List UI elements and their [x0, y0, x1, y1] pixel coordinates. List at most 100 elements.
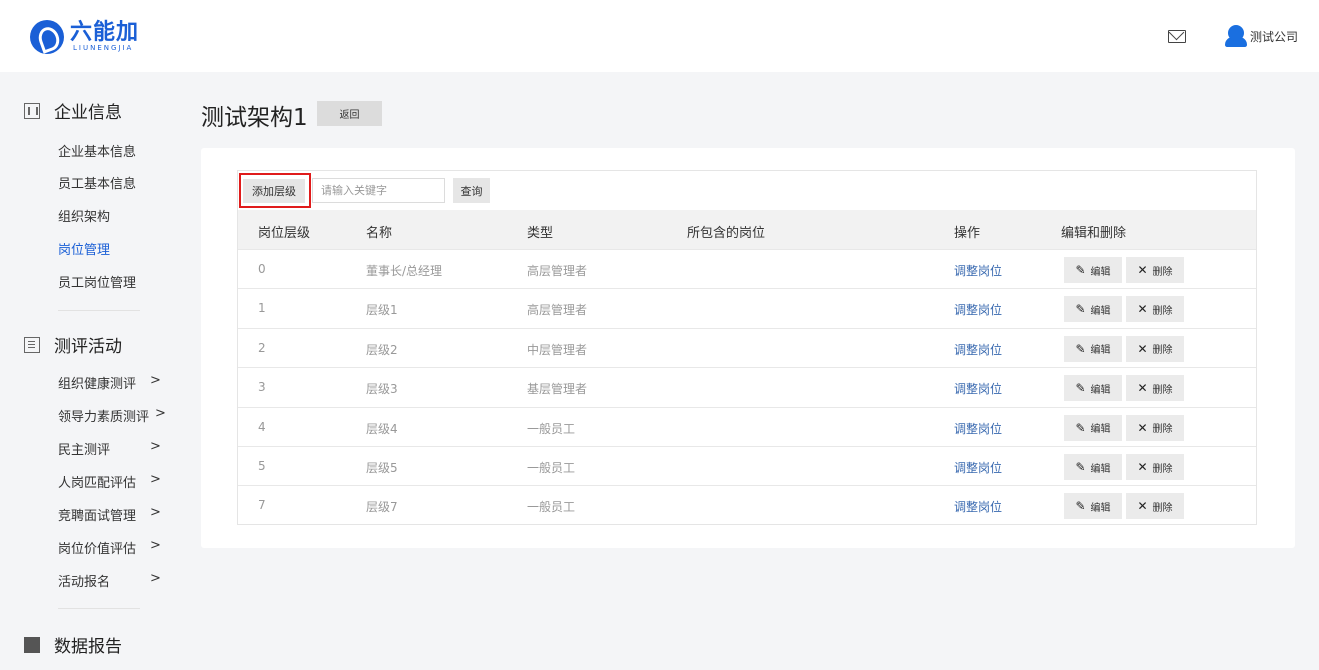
cell-type: 高层管理者 — [527, 303, 588, 318]
adjust-position-link[interactable]: 调整岗位 — [954, 262, 1002, 279]
cell-type: 一般员工 — [527, 421, 576, 436]
edit-button[interactable]: ✎ 编辑 — [1064, 375, 1122, 402]
user-menu[interactable]: 测试公司 — [1225, 25, 1298, 47]
delete-button[interactable]: ✕ 删除 — [1126, 296, 1184, 323]
cell-level: 1 — [258, 301, 266, 316]
adjust-position-link[interactable]: 调整岗位 — [954, 380, 1002, 397]
pencil-icon: ✎ — [1075, 499, 1086, 514]
add-level-button[interactable]: 添加层级 — [243, 179, 305, 203]
cell-level: 7 — [258, 498, 266, 513]
adjust-position-link[interactable]: 调整岗位 — [954, 341, 1002, 358]
delete-label: 删除 — [1152, 463, 1173, 475]
header-positions: 所包含的岗位 — [687, 226, 766, 241]
section-label: 测评活动 — [54, 337, 122, 357]
close-icon: ✕ — [1137, 460, 1148, 474]
close-icon: ✕ — [1137, 420, 1148, 435]
search-input[interactable] — [312, 178, 445, 203]
close-icon: ✕ — [1137, 263, 1148, 277]
delete-button[interactable]: ✕ 删除 — [1126, 454, 1184, 480]
header-operation: 操作 — [954, 226, 981, 241]
cell-name: 层级1 — [366, 303, 398, 318]
pencil-icon: ✎ — [1075, 302, 1086, 317]
edit-button[interactable]: ✎ 编辑 — [1064, 454, 1122, 480]
table-row: 7 层级7 一般员工 调整岗位 ✎ 编辑 ✕ 删除 — [238, 485, 1256, 524]
section-label: 企业信息 — [54, 103, 122, 123]
logo-mark-icon — [30, 20, 64, 54]
adjust-position-link[interactable]: 调整岗位 — [954, 498, 1002, 515]
cell-name: 层级2 — [366, 342, 398, 357]
pencil-icon: ✎ — [1075, 460, 1086, 474]
cell-name: 董事长/总经理 — [366, 264, 443, 278]
adjust-position-link[interactable]: 调整岗位 — [954, 420, 1002, 437]
delete-label: 删除 — [1152, 424, 1173, 436]
logo-english-text: LIUNENGJIA — [73, 43, 134, 52]
clipboard-icon — [24, 336, 40, 353]
pencil-icon: ✎ — [1075, 381, 1086, 396]
sidebar-item-leadership[interactable]: 领导力素质测评 — [58, 406, 168, 425]
logo-text: 六能加 LIUNENGJIA — [70, 19, 140, 53]
edit-label: 编辑 — [1090, 424, 1111, 436]
query-button[interactable]: 查询 — [453, 178, 490, 203]
section-assessment-activities[interactable]: 测评活动 — [24, 332, 122, 357]
cell-type: 中层管理者 — [527, 342, 588, 357]
file-icon — [24, 636, 40, 653]
chevron-right-icon: > — [150, 571, 161, 586]
edit-button[interactable]: ✎ 编辑 — [1064, 493, 1122, 520]
edit-button[interactable]: ✎ 编辑 — [1064, 296, 1122, 323]
adjust-position-link[interactable]: 调整岗位 — [954, 459, 1002, 476]
cell-type: 一般员工 — [527, 500, 576, 515]
levels-table: 添加层级 查询 岗位层级 名称 类型 所包含的岗位 操作 编辑和删除 0 董事长/… — [237, 170, 1257, 525]
edit-label: 编辑 — [1090, 305, 1111, 317]
edit-button[interactable]: ✎ 编辑 — [1064, 257, 1122, 283]
delete-label: 删除 — [1152, 305, 1173, 317]
delete-button[interactable]: ✕ 删除 — [1126, 375, 1184, 402]
edit-label: 编辑 — [1090, 384, 1111, 396]
delete-label: 删除 — [1152, 384, 1173, 396]
cell-level: 0 — [258, 262, 266, 276]
sidebar-item-employee-position-management[interactable]: 员工岗位管理 — [58, 272, 168, 291]
delete-button[interactable]: ✕ 删除 — [1126, 335, 1184, 362]
sidebar-divider — [58, 310, 140, 311]
logo-chinese-text: 六能加 — [70, 19, 140, 45]
table-header: 岗位层级 名称 类型 所包含的岗位 操作 编辑和删除 — [238, 210, 1256, 249]
chevron-right-icon: > — [150, 538, 161, 553]
back-button[interactable]: 返回 — [317, 101, 382, 126]
chevron-right-icon: > — [150, 505, 161, 520]
cell-level: 5 — [258, 459, 266, 473]
table-row: 5 层级5 一般员工 调整岗位 ✎ 编辑 ✕ 删除 — [238, 446, 1256, 485]
page-title: 测试架构1 — [201, 105, 308, 131]
sidebar-item-org-structure[interactable]: 组织架构 — [58, 206, 168, 225]
cell-type: 一般员工 — [527, 461, 576, 475]
company-name: 测试公司 — [1250, 29, 1299, 44]
delete-button[interactable]: ✕ 删除 — [1126, 257, 1184, 283]
close-icon: ✕ — [1137, 499, 1148, 514]
section-company-info[interactable]: 企业信息 — [24, 98, 122, 123]
mail-icon[interactable] — [1168, 30, 1186, 43]
sidebar-item-company-basic-info[interactable]: 企业基本信息 — [58, 141, 168, 160]
adjust-position-link[interactable]: 调整岗位 — [954, 301, 1002, 318]
header-level: 岗位层级 — [258, 226, 311, 241]
close-icon: ✕ — [1137, 341, 1148, 356]
section-data-reports[interactable]: 数据报告 — [24, 632, 122, 657]
delete-button[interactable]: ✕ 删除 — [1126, 414, 1184, 441]
cell-level: 4 — [258, 419, 266, 434]
top-header: 六能加 LIUNENGJIA 测试公司 — [0, 0, 1319, 72]
sidebar-item-position-management[interactable]: 岗位管理 — [58, 239, 168, 258]
pencil-icon: ✎ — [1075, 263, 1086, 277]
delete-label: 删除 — [1152, 502, 1173, 514]
table-row: 1 层级1 高层管理者 调整岗位 ✎ 编辑 ✕ 删除 — [238, 288, 1256, 327]
table-row: 4 层级4 一般员工 调整岗位 ✎ 编辑 ✕ 删除 — [238, 406, 1256, 446]
section-label: 数据报告 — [54, 637, 122, 657]
close-icon: ✕ — [1137, 302, 1148, 317]
sidebar: 企业信息 企业基本信息 员工基本信息 组织架构 岗位管理 员工岗位管理 测评活动… — [0, 72, 180, 670]
cell-level: 3 — [258, 380, 266, 395]
edit-label: 编辑 — [1090, 345, 1111, 357]
edit-button[interactable]: ✎ 编辑 — [1064, 414, 1122, 441]
logo[interactable]: 六能加 LIUNENGJIA — [30, 20, 139, 54]
delete-label: 删除 — [1152, 266, 1173, 278]
edit-button[interactable]: ✎ 编辑 — [1064, 335, 1122, 362]
table-row: 2 层级2 中层管理者 调整岗位 ✎ 编辑 ✕ 删除 — [238, 327, 1256, 367]
sidebar-item-employee-basic-info[interactable]: 员工基本信息 — [58, 173, 168, 192]
delete-button[interactable]: ✕ 删除 — [1126, 493, 1184, 520]
chevron-right-icon: > — [150, 373, 161, 388]
